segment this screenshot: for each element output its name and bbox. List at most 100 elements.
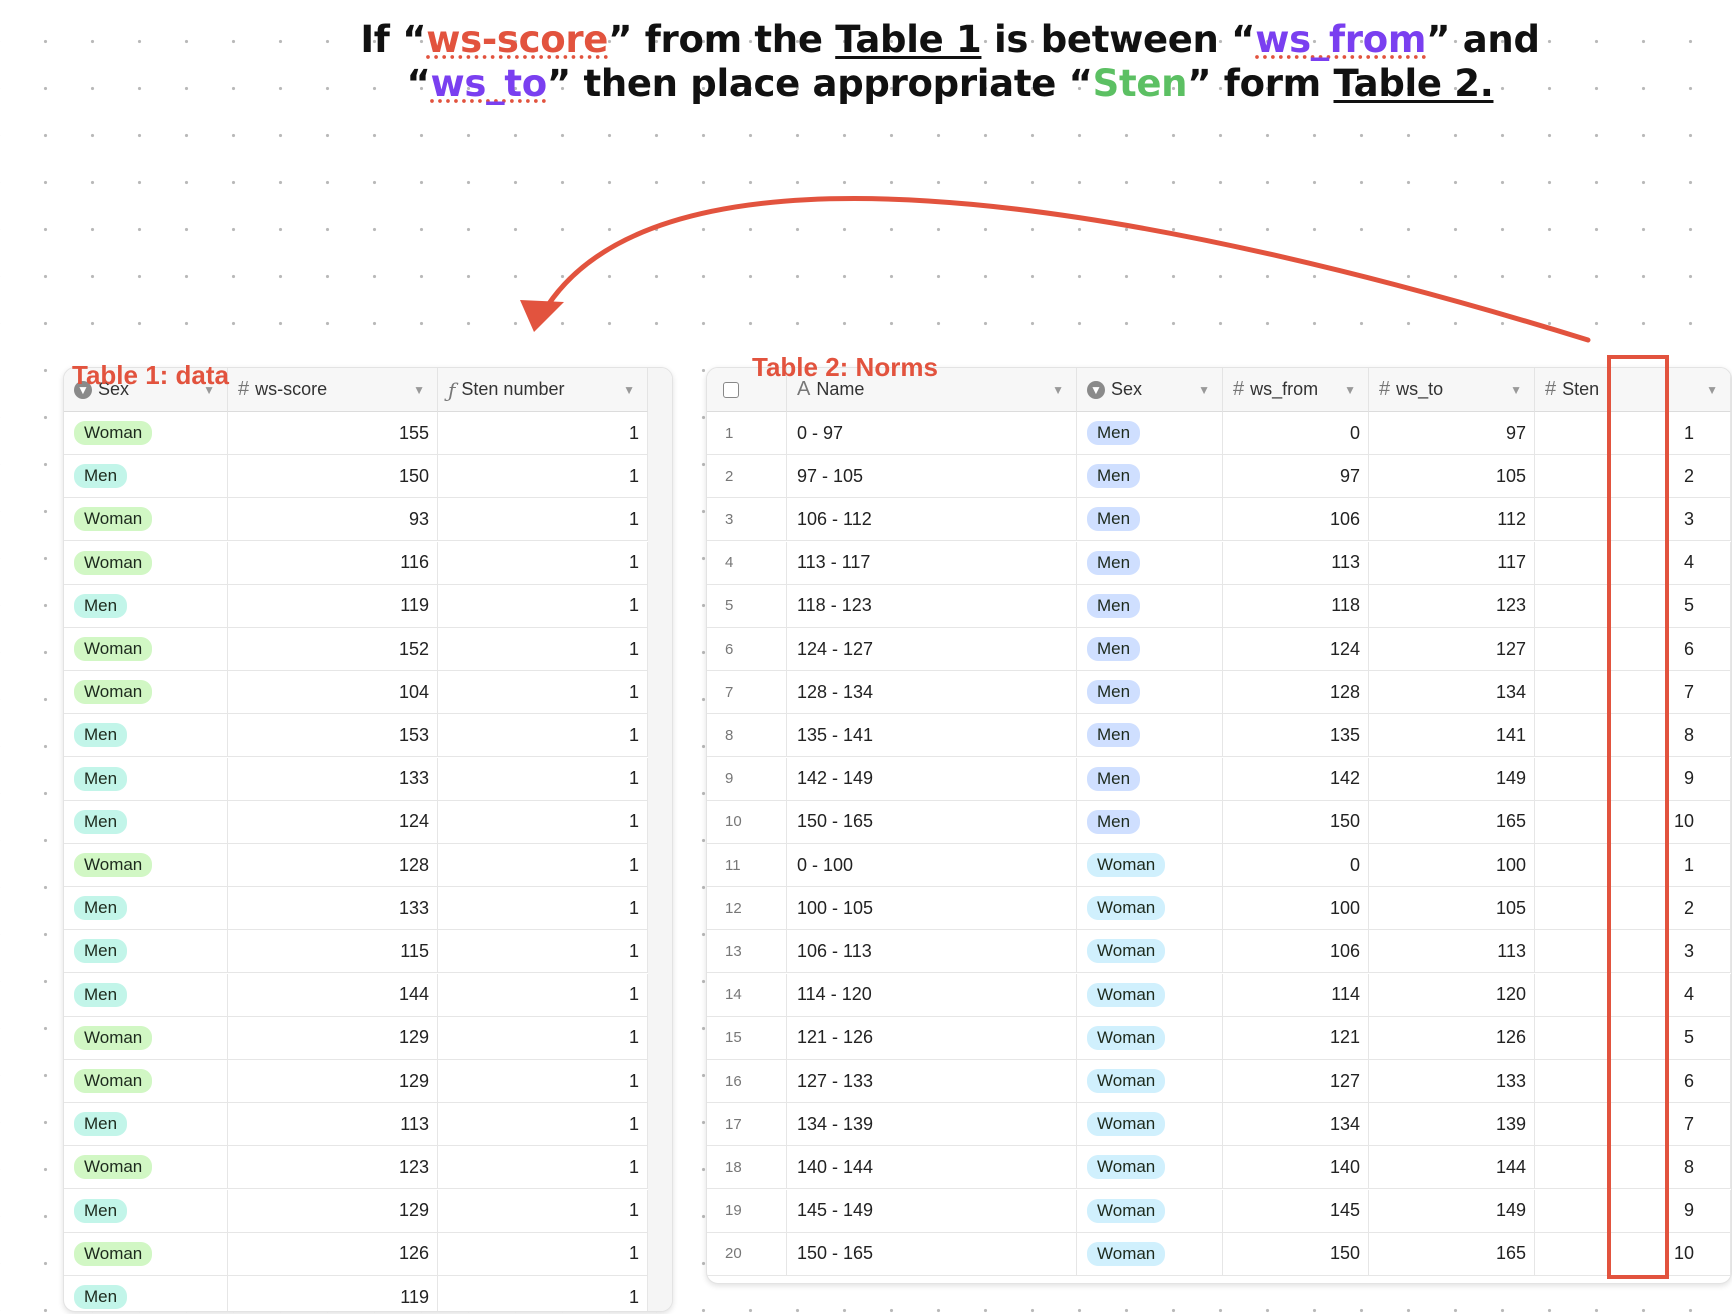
cell-sex[interactable]: Woman — [1077, 1060, 1223, 1102]
cell-ws_to[interactable]: 97 — [1369, 412, 1535, 454]
table-row[interactable]: 10 150 - 165 Men 150 165 10 — [707, 800, 1731, 844]
cell-sex[interactable]: Woman — [1077, 844, 1223, 886]
cell-sex[interactable]: Woman — [1077, 1103, 1223, 1146]
table-row[interactable]: Woman 116 1 — [64, 541, 648, 585]
cell-sten_number[interactable]: 1 — [438, 584, 648, 627]
cell-ws_to[interactable]: 141 — [1369, 714, 1535, 757]
cell-sten_number[interactable]: 1 — [438, 844, 648, 886]
cell-sex[interactable]: Men — [1077, 671, 1223, 714]
cell-ws_to[interactable]: 126 — [1369, 1016, 1535, 1059]
column-header-ws_score[interactable]: # ws-score ▼ — [228, 368, 438, 412]
cell-sten_number[interactable]: 1 — [438, 1276, 648, 1311]
table-row[interactable]: Woman 123 1 — [64, 1146, 648, 1190]
cell-sex[interactable]: Men — [1077, 498, 1223, 541]
table-row[interactable]: 17 134 - 139 Woman 134 139 7 — [707, 1103, 1731, 1147]
cell-ws_from[interactable]: 142 — [1223, 757, 1369, 800]
cell-sex[interactable]: Woman — [1077, 973, 1223, 1016]
cell-sten_number[interactable]: 1 — [438, 1060, 648, 1102]
cell-ws_from[interactable]: 140 — [1223, 1146, 1369, 1189]
cell-ws_to[interactable]: 139 — [1369, 1103, 1535, 1146]
cell-ws_to[interactable]: 105 — [1369, 887, 1535, 930]
cell-name[interactable]: 0 - 97 — [787, 412, 1077, 454]
table-row[interactable]: 18 140 - 144 Woman 140 144 8 — [707, 1146, 1731, 1190]
cell-sten_number[interactable]: 1 — [438, 887, 648, 930]
table-row[interactable]: Woman 104 1 — [64, 671, 648, 715]
cell-ws_to[interactable]: 127 — [1369, 628, 1535, 670]
cell-sten_number[interactable]: 1 — [438, 930, 648, 973]
table-row[interactable]: 3 106 - 112 Men 106 112 3 — [707, 498, 1731, 542]
cell-ws_score[interactable]: 133 — [228, 757, 438, 800]
cell-ws_from[interactable]: 106 — [1223, 498, 1369, 541]
cell-ws_from[interactable]: 0 — [1223, 412, 1369, 454]
chevron-down-icon[interactable]: ▼ — [1052, 383, 1064, 397]
cell-sex[interactable]: Woman — [1077, 887, 1223, 930]
cell-sex[interactable]: Woman — [64, 1060, 228, 1102]
cell-sten_number[interactable]: 1 — [438, 757, 648, 800]
cell-name[interactable]: 140 - 144 — [787, 1146, 1077, 1189]
cell-sten_number[interactable]: 1 — [438, 455, 648, 498]
column-header-sex[interactable]: ▼ Sex ▼ — [1077, 368, 1223, 412]
cell-ws_from[interactable]: 113 — [1223, 541, 1369, 584]
cell-sex[interactable]: Woman — [1077, 1232, 1223, 1275]
cell-ws_score[interactable]: 133 — [228, 887, 438, 930]
cell-sex[interactable]: Men — [1077, 757, 1223, 800]
chevron-down-icon[interactable]: ▼ — [1344, 383, 1356, 397]
table-row[interactable]: 11 0 - 100 Woman 0 100 1 — [707, 844, 1731, 887]
cell-name[interactable]: 121 - 126 — [787, 1016, 1077, 1059]
table-row[interactable]: 19 145 - 149 Woman 145 149 9 — [707, 1189, 1731, 1233]
cell-sex[interactable]: Men — [64, 930, 228, 973]
cell-ws_score[interactable]: 104 — [228, 671, 438, 714]
cell-sten_number[interactable]: 1 — [438, 671, 648, 714]
cell-ws_score[interactable]: 129 — [228, 1060, 438, 1102]
cell-ws_from[interactable]: 134 — [1223, 1103, 1369, 1146]
table-row[interactable]: Woman 126 1 — [64, 1232, 648, 1276]
chevron-down-icon[interactable]: ▼ — [1198, 383, 1210, 397]
cell-name[interactable]: 124 - 127 — [787, 628, 1077, 670]
cell-sex[interactable]: Men — [64, 1276, 228, 1311]
cell-ws_from[interactable]: 114 — [1223, 973, 1369, 1016]
chevron-down-icon[interactable]: ▼ — [413, 383, 425, 397]
cell-sex[interactable]: Woman — [64, 1232, 228, 1275]
cell-ws_from[interactable]: 150 — [1223, 1232, 1369, 1275]
table-row[interactable]: Men 129 1 — [64, 1189, 648, 1233]
cell-name[interactable]: 145 - 149 — [787, 1189, 1077, 1232]
cell-ws_score[interactable]: 129 — [228, 1189, 438, 1232]
cell-name[interactable]: 97 - 105 — [787, 455, 1077, 498]
cell-ws_score[interactable]: 150 — [228, 455, 438, 498]
cell-name[interactable]: 142 - 149 — [787, 757, 1077, 800]
cell-sten_number[interactable]: 1 — [438, 1189, 648, 1232]
cell-sten_number[interactable]: 1 — [438, 498, 648, 541]
cell-sex[interactable]: Woman — [1077, 1189, 1223, 1232]
cell-ws_to[interactable]: 100 — [1369, 844, 1535, 886]
cell-sex[interactable]: Men — [64, 973, 228, 1016]
table-row[interactable]: Woman 128 1 — [64, 844, 648, 887]
cell-ws_from[interactable]: 0 — [1223, 844, 1369, 886]
cell-ws_to[interactable]: 149 — [1369, 757, 1535, 800]
cell-sex[interactable]: Men — [1077, 584, 1223, 627]
table-row[interactable]: 14 114 - 120 Woman 114 120 4 — [707, 973, 1731, 1017]
table-row[interactable]: Woman 129 1 — [64, 1016, 648, 1060]
table-row[interactable]: 2 97 - 105 Men 97 105 2 — [707, 455, 1731, 499]
cell-ws_score[interactable]: 123 — [228, 1146, 438, 1189]
table-row[interactable]: Men 115 1 — [64, 930, 648, 974]
cell-ws_from[interactable]: 100 — [1223, 887, 1369, 930]
cell-sten_number[interactable]: 1 — [438, 412, 648, 454]
cell-sex[interactable]: Men — [1077, 628, 1223, 670]
cell-sex[interactable]: Woman — [1077, 1146, 1223, 1189]
column-header-ws_from[interactable]: # ws_from ▼ — [1223, 368, 1369, 412]
cell-sex[interactable]: Men — [64, 1189, 228, 1232]
cell-name[interactable]: 106 - 113 — [787, 930, 1077, 973]
cell-name[interactable]: 113 - 117 — [787, 541, 1077, 584]
cell-ws_from[interactable]: 118 — [1223, 584, 1369, 627]
chevron-down-icon[interactable]: ▼ — [1706, 383, 1718, 397]
cell-sex[interactable]: Woman — [64, 844, 228, 886]
table-row[interactable]: Woman 155 1 — [64, 412, 648, 455]
chevron-down-icon[interactable]: ▼ — [623, 383, 635, 397]
cell-sex[interactable]: Woman — [64, 541, 228, 584]
cell-sten_number[interactable]: 1 — [438, 1103, 648, 1146]
cell-ws_from[interactable]: 97 — [1223, 455, 1369, 498]
cell-name[interactable]: 150 - 165 — [787, 1232, 1077, 1275]
cell-sten_number[interactable]: 1 — [438, 1146, 648, 1189]
cell-sex[interactable]: Men — [64, 800, 228, 843]
cell-ws_score[interactable]: 119 — [228, 584, 438, 627]
